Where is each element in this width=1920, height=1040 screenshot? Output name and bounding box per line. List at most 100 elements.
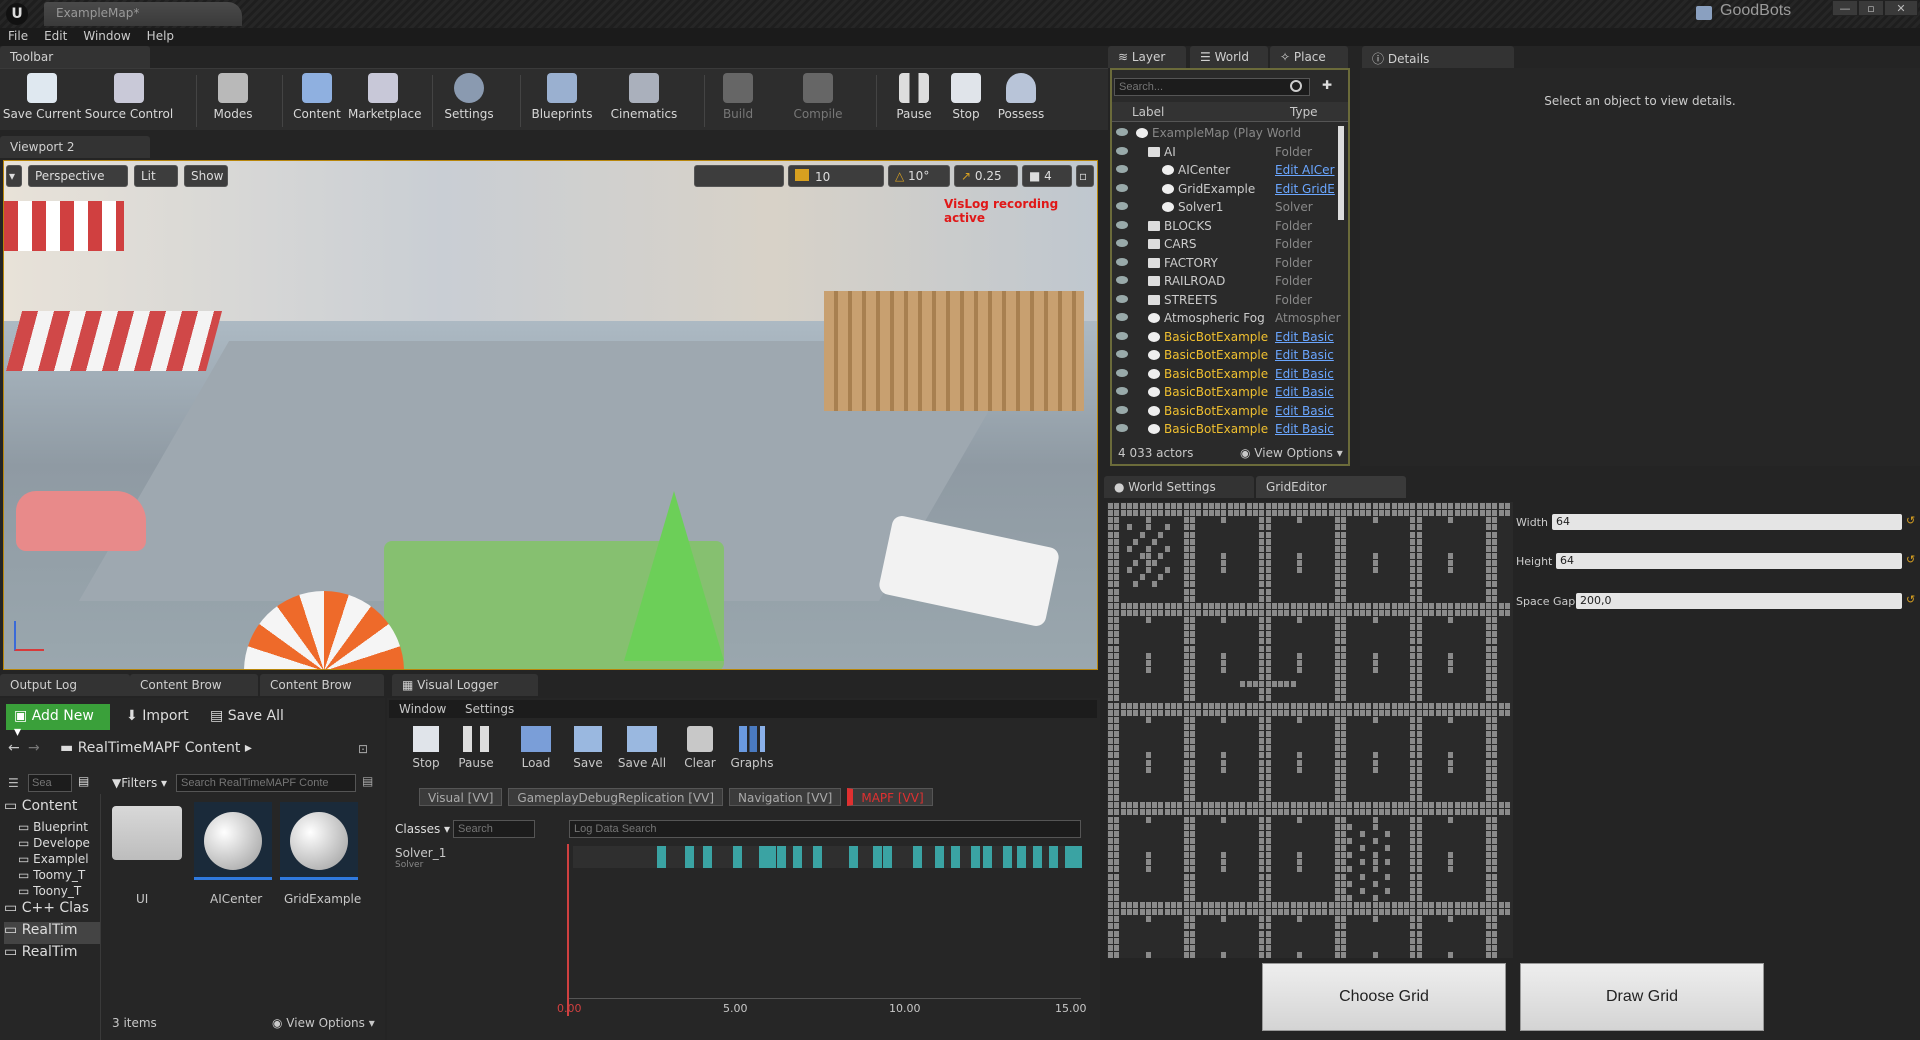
grid-wall-cell[interactable] [1189, 923, 1195, 930]
grid-wall-cell[interactable] [1322, 709, 1328, 716]
grid-wall-cell[interactable] [1152, 909, 1158, 916]
grid-wall-cell[interactable] [1108, 937, 1113, 944]
grid-wall-cell[interactable] [1479, 510, 1485, 517]
grid-wall-cell[interactable] [1397, 909, 1403, 916]
grid-wall-cell[interactable] [1448, 659, 1454, 666]
grid-wall-cell[interactable] [1460, 503, 1466, 509]
grid-wall-cell[interactable] [1504, 609, 1510, 616]
grid-wall-cell[interactable] [1423, 702, 1428, 709]
grid-wall-cell[interactable] [1145, 524, 1151, 531]
col-label[interactable]: Label [1132, 105, 1164, 119]
grid-wall-cell[interactable] [1152, 902, 1158, 908]
grid-wall-cell[interactable] [1341, 880, 1347, 887]
grid-wall-cell[interactable] [1504, 510, 1510, 517]
grid-wall-cell[interactable] [1290, 609, 1296, 616]
grid-wall-cell[interactable] [1265, 695, 1271, 702]
grid-wall-cell[interactable] [1126, 902, 1132, 908]
grid-wall-cell[interactable] [1145, 545, 1151, 552]
grid-wall-cell[interactable] [1448, 503, 1454, 509]
grid-wall-cell[interactable] [1183, 902, 1189, 908]
grid-wall-cell[interactable] [1341, 845, 1347, 851]
grid-wall-cell[interactable] [1448, 709, 1454, 716]
col-type[interactable]: Type [1290, 105, 1318, 119]
grid-wall-cell[interactable] [1108, 809, 1113, 816]
grid-wall-cell[interactable] [1448, 517, 1454, 524]
grid-wall-cell[interactable] [1334, 624, 1340, 631]
grid-wall-cell[interactable] [1108, 624, 1113, 631]
grid-wall-cell[interactable] [1221, 652, 1227, 659]
grid-wall-cell[interactable] [1372, 602, 1378, 609]
grid-wall-cell[interactable] [1334, 731, 1340, 737]
grid-wall-cell[interactable] [1341, 659, 1347, 666]
grid-wall-cell[interactable] [1108, 631, 1113, 638]
grid-wall-cell[interactable] [1265, 731, 1271, 737]
grid-wall-cell[interactable] [1448, 859, 1454, 866]
grid-wall-cell[interactable] [1322, 510, 1328, 517]
grid-wall-cell[interactable] [1145, 951, 1151, 958]
grid-wall-cell[interactable] [1265, 552, 1271, 559]
grid-wall-cell[interactable] [1177, 602, 1183, 609]
grid-wall-cell[interactable] [1215, 503, 1221, 509]
log-data-search-input[interactable] [569, 820, 1081, 838]
grid-wall-cell[interactable] [1378, 503, 1384, 509]
classes-button[interactable]: Classes ▾ [395, 822, 450, 836]
grid-wall-cell[interactable] [1334, 866, 1340, 873]
grid-wall-cell[interactable] [1133, 503, 1139, 509]
grid-wall-cell[interactable] [1410, 695, 1416, 702]
grid-wall-cell[interactable] [1114, 887, 1120, 894]
grid-wall-cell[interactable] [1347, 802, 1353, 809]
grid-wall-cell[interactable] [1416, 859, 1422, 866]
grid-wall-cell[interactable] [1334, 816, 1340, 823]
tab-content-browser-2[interactable]: Content Brow [260, 674, 384, 696]
grid-wall-cell[interactable] [1227, 809, 1233, 816]
grid-wall-cell[interactable] [1334, 894, 1340, 901]
grid-wall-cell[interactable] [1114, 816, 1120, 823]
grid-wall-cell[interactable] [1341, 738, 1347, 745]
grid-wall-cell[interactable] [1486, 709, 1491, 716]
grid-wall-cell[interactable] [1353, 902, 1359, 908]
grid-wall-cell[interactable] [1328, 503, 1334, 509]
grid-wall-cell[interactable] [1341, 510, 1347, 517]
grid-wall-cell[interactable] [1460, 510, 1466, 517]
grid-wall-cell[interactable] [1404, 702, 1410, 709]
grid-wall-cell[interactable] [1164, 809, 1170, 816]
grid-wall-cell[interactable] [1189, 916, 1195, 923]
grid-wall-cell[interactable] [1416, 902, 1422, 908]
grid-wall-cell[interactable] [1341, 645, 1347, 652]
grid-wall-cell[interactable] [1366, 902, 1372, 908]
grid-wall-cell[interactable] [1152, 510, 1158, 517]
grid-wall-cell[interactable] [1334, 916, 1340, 923]
tab-content-browser-1[interactable]: Content Brow [130, 674, 258, 696]
grid-wall-cell[interactable] [1454, 902, 1460, 908]
grid-wall-cell[interactable] [1492, 602, 1498, 609]
grid-wall-cell[interactable] [1486, 659, 1491, 666]
grid-wall-cell[interactable] [1492, 830, 1498, 837]
level-viewport[interactable]: ▾ Perspective Lit Show 10 △ 10° ↗ 0.25 ■… [3, 160, 1098, 670]
grid-wall-cell[interactable] [1240, 702, 1246, 709]
grid-wall-cell[interactable] [1183, 951, 1189, 958]
grid-wall-cell[interactable] [1183, 503, 1189, 509]
grid-wall-cell[interactable] [1297, 816, 1302, 823]
grid-wall-cell[interactable] [1177, 702, 1183, 709]
grid-wall-cell[interactable] [1259, 816, 1265, 823]
grid-wall-cell[interactable] [1416, 830, 1422, 837]
chip-navigation[interactable]: Navigation [VV] [729, 788, 842, 806]
grid-wall-cell[interactable] [1171, 809, 1176, 816]
grid-wall-cell[interactable] [1410, 809, 1416, 816]
grid-wall-cell[interactable] [1410, 830, 1416, 837]
grid-wall-cell[interactable] [1416, 930, 1422, 937]
grid-wall-cell[interactable] [1473, 709, 1479, 716]
grid-wall-cell[interactable] [1265, 880, 1271, 887]
grid-wall-cell[interactable] [1341, 574, 1347, 581]
grid-wall-cell[interactable] [1265, 951, 1271, 958]
grid-wall-cell[interactable] [1189, 681, 1195, 688]
grid-wall-cell[interactable] [1372, 802, 1378, 809]
grid-wall-cell[interactable] [1259, 617, 1265, 623]
grid-wall-cell[interactable] [1504, 709, 1510, 716]
grid-wall-cell[interactable] [1492, 681, 1498, 688]
grid-wall-cell[interactable] [1158, 531, 1164, 538]
grid-wall-cell[interactable] [1120, 602, 1126, 609]
grid-wall-cell[interactable] [1486, 574, 1491, 581]
notification-icon[interactable] [1696, 6, 1712, 20]
grid-wall-cell[interactable] [1108, 545, 1113, 552]
